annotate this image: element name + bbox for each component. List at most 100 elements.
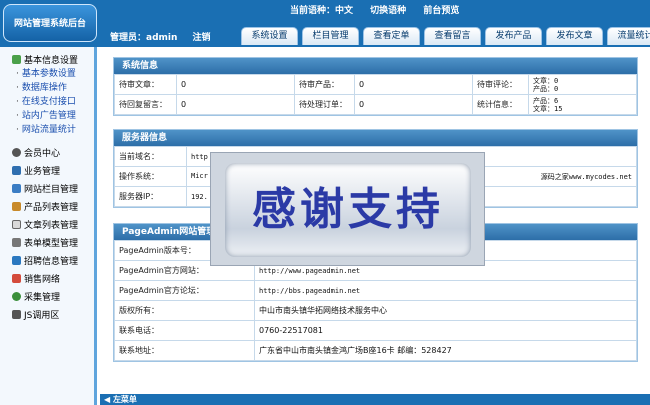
comments-article: 文章：0 [533, 76, 559, 85]
os-text: Micr [191, 171, 208, 180]
table-row: 待回复留言： 0 待处理订单： 0 统计信息： 产品：6 文章：15 [114, 94, 637, 115]
sales-network-icon [12, 273, 21, 283]
label-ip: 服务器IP： [114, 186, 187, 207]
value-address: 广东省中山市南头镇金鸿广场B座16卡 邮编：528427 [254, 340, 637, 361]
label-pending-comments: 待审评论： [472, 74, 529, 95]
label-pending-articles: 待审文章： [114, 74, 177, 95]
label-copyright: 版权所有： [114, 300, 255, 321]
thanks-banner: 感谢支持 [210, 152, 485, 266]
top-header: 网站管理系统后台 当前语种：中文 切换语种 前台预览 管理员：admin 注销 … [0, 0, 650, 47]
admin-info: 管理员：admin 注销 [110, 30, 211, 43]
stats-articles: 文章：15 [533, 104, 563, 113]
products-icon [12, 201, 21, 211]
sidebar-item-label: 招聘信息管理 [24, 256, 79, 267]
comments-product: 产品：0 [533, 84, 559, 93]
sidebar-item-columns[interactable]: 网站栏目管理 [0, 179, 94, 197]
tab-publish-product[interactable]: 发布产品 [485, 27, 542, 45]
sidebar-item-recruitment[interactable]: 招聘信息管理 [0, 251, 94, 269]
credit-text: 源码之家www.mycodes.net [540, 172, 632, 181]
table-row: 联系电话： 0760-22517081 [114, 320, 637, 341]
value-pending-messages: 0 [176, 94, 295, 115]
sidebar-sub-payment[interactable]: 在线支付接口 [0, 95, 94, 109]
sidebar-sub-basic-params[interactable]: 基本参数设置 [0, 67, 94, 81]
value-pending-orders: 0 [354, 94, 473, 115]
sidebar-sub-traffic[interactable]: 网站流量统计 [0, 123, 94, 137]
site-logo[interactable]: 网站管理系统后台 [3, 4, 97, 42]
value-pending-articles: 0 [176, 74, 295, 95]
tab-publish-article[interactable]: 发布文章 [546, 27, 603, 45]
banner-inner: 感谢支持 [225, 163, 471, 257]
label-forum: PageAdmin官方论坛： [114, 280, 255, 301]
sidebar: 基本信息设置 基本参数设置 数据库操作 在线支付接口 站内广告管理 网站流量统计… [0, 47, 97, 405]
left-menu-toggle[interactable]: ◀ 左菜单 [100, 394, 650, 405]
columns-icon [12, 183, 21, 193]
logout-link[interactable]: 注销 [193, 33, 211, 43]
sidebar-item-label: 业务管理 [24, 166, 61, 177]
statistics-counts: 产品：6 文章：15 [528, 94, 637, 115]
label-pending-orders: 待处理订单： [294, 94, 355, 115]
business-icon [12, 165, 21, 175]
js-icon [12, 309, 21, 319]
label-domain: 当前域名： [114, 146, 187, 167]
forum-link[interactable]: http://bbs.pageadmin.net [254, 280, 637, 301]
table-row: 联系地址： 广东省中山市南头镇金鸿广场B座16卡 邮编：528427 [114, 340, 637, 361]
sidebar-sub-database[interactable]: 数据库操作 [0, 81, 94, 95]
label-os: 操作系统： [114, 166, 187, 187]
sidebar-item-label: 文章列表管理 [24, 220, 79, 231]
system-info-panel: 系统信息 待审文章： 0 待审产品： 0 待审评论： 文章：0 产品：0 待回复… [113, 57, 638, 116]
system-info-table: 待审文章： 0 待审产品： 0 待审评论： 文章：0 产品：0 待回复留言： 0… [114, 74, 637, 115]
label-pending-messages: 待回复留言： [114, 94, 177, 115]
sidebar-item-collection[interactable]: 采集管理 [0, 287, 94, 305]
frontend-preview-link[interactable]: 前台预览 [423, 6, 459, 16]
members-icon [12, 147, 21, 157]
sidebar-item-label: 销售网络 [24, 274, 61, 285]
sidebar-item-members[interactable]: 会员中心 [0, 143, 94, 161]
table-row: 版权所有： 中山市南头镇华拓网络技术服务中心 [114, 300, 637, 321]
label-phone: 联系电话： [114, 320, 255, 341]
sidebar-item-label: 表单模型管理 [24, 238, 79, 249]
tab-traffic-stats[interactable]: 流量统计 [607, 27, 650, 45]
recruitment-icon [12, 255, 21, 265]
comments-counts: 文章：0 产品：0 [528, 74, 637, 95]
collection-icon [12, 291, 21, 301]
sidebar-item-label: 采集管理 [24, 292, 61, 303]
tab-column-management[interactable]: 栏目管理 [302, 27, 359, 45]
tab-view-messages[interactable]: 查看留言 [424, 27, 481, 45]
settings-icon [12, 54, 21, 64]
sidebar-head-label: 基本信息设置 [24, 55, 79, 66]
articles-icon [12, 219, 21, 229]
banner-text: 感谢支持 [252, 184, 444, 235]
value-pending-products: 0 [354, 74, 473, 95]
value-phone: 0760-22517081 [254, 320, 637, 341]
sidebar-item-forms[interactable]: 表单模型管理 [0, 233, 94, 251]
label-pending-products: 待审产品： [294, 74, 355, 95]
admin-name: 管理员：admin [110, 33, 178, 43]
panel-title: 服务器信息 [114, 130, 637, 146]
sidebar-item-label: 会员中心 [24, 148, 61, 159]
switch-language-link[interactable]: 切换语种 [370, 6, 406, 16]
sidebar-item-js[interactable]: JS调用区 [0, 305, 94, 323]
language-bar: 当前语种：中文 切换语种 前台预览 [290, 3, 473, 16]
tab-system-settings[interactable]: 系统设置 [241, 27, 298, 45]
sidebar-item-label: 产品列表管理 [24, 202, 79, 213]
table-row: 待审文章： 0 待审产品： 0 待审评论： 文章：0 产品：0 [114, 74, 637, 95]
sidebar-sub-ads[interactable]: 站内广告管理 [0, 109, 94, 123]
sidebar-item-sales-network[interactable]: 销售网络 [0, 269, 94, 287]
sidebar-item-label: JS调用区 [24, 310, 60, 321]
forms-icon [12, 237, 21, 247]
panel-title: 系统信息 [114, 58, 637, 74]
table-row: PageAdmin官方论坛： http://bbs.pageadmin.net [114, 280, 637, 301]
top-tabs: 系统设置 栏目管理 查看定单 查看留言 发布产品 发布文章 流量统计 [241, 27, 650, 47]
current-language: 当前语种：中文 [290, 6, 354, 16]
value-copyright: 中山市南头镇华拓网络技术服务中心 [254, 300, 637, 321]
sidebar-head-basic-info[interactable]: 基本信息设置 [0, 51, 94, 67]
stats-products: 产品：6 [533, 96, 559, 105]
label-statistics: 统计信息： [472, 94, 529, 115]
sidebar-item-articles[interactable]: 文章列表管理 [0, 215, 94, 233]
label-address: 联系地址： [114, 340, 255, 361]
tab-view-orders[interactable]: 查看定单 [363, 27, 420, 45]
sidebar-item-label: 网站栏目管理 [24, 184, 79, 195]
sidebar-item-products[interactable]: 产品列表管理 [0, 197, 94, 215]
sidebar-item-business[interactable]: 业务管理 [0, 161, 94, 179]
sidebar-menu: 会员中心 业务管理 网站栏目管理 产品列表管理 文章列表管理 表单模型管理 招聘… [0, 143, 94, 323]
